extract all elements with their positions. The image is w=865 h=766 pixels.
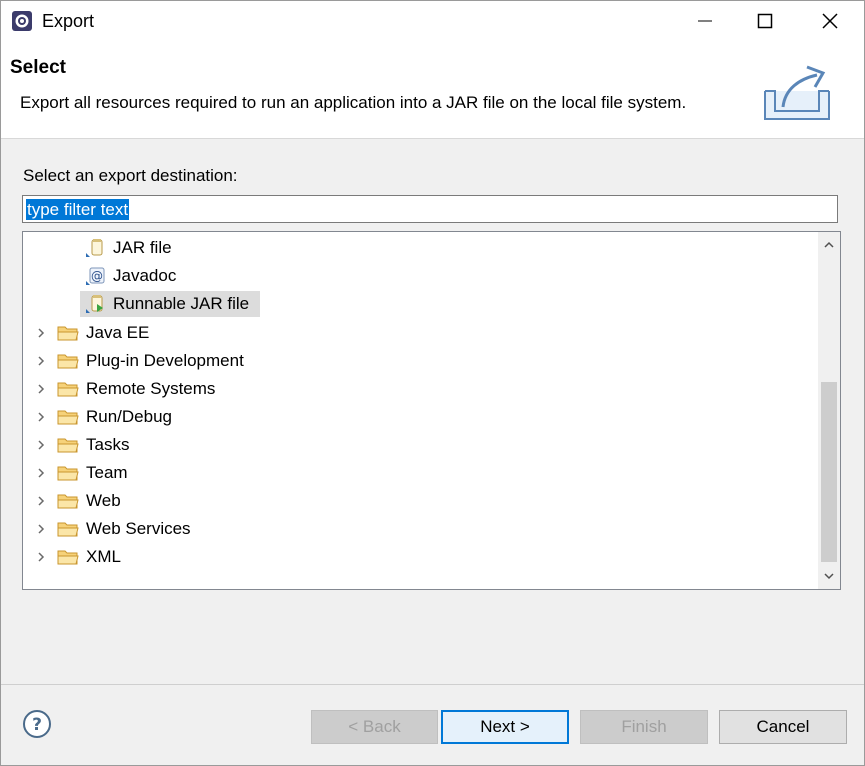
chevron-right-icon[interactable] <box>35 467 47 479</box>
chevron-right-icon[interactable] <box>35 411 47 423</box>
tree-category-label: Remote Systems <box>86 379 216 398</box>
scroll-up-button[interactable] <box>818 234 840 256</box>
tree-category-java-ee[interactable]: Java EE <box>23 320 813 346</box>
folder-icon <box>57 382 79 397</box>
page-title: Select <box>10 57 66 78</box>
tree-category-label: Java EE <box>86 323 150 342</box>
filter-text: type filter text <box>26 199 130 220</box>
chevron-right-icon[interactable] <box>35 523 47 535</box>
tree-category-remote-systems[interactable]: Remote Systems <box>23 376 813 402</box>
tree-category-label: XML <box>86 547 121 566</box>
folder-icon <box>57 466 79 481</box>
tree-category-tasks[interactable]: Tasks <box>23 432 813 458</box>
export-wizard-icon <box>764 65 830 120</box>
tree-category-xml[interactable]: XML <box>23 544 813 570</box>
javadoc-icon: @ <box>86 267 105 285</box>
tree-category-label: Team <box>86 463 128 482</box>
maximize-icon <box>757 13 773 29</box>
scroll-thumb[interactable] <box>821 382 837 562</box>
svg-text:?: ? <box>32 715 42 735</box>
eclipse-app-icon <box>12 11 32 31</box>
tree-category-team[interactable]: Team <box>23 460 813 486</box>
maximize-button[interactable] <box>741 1 789 41</box>
chevron-right-icon[interactable] <box>35 327 47 339</box>
tree-category-label: Plug-in Development <box>86 351 244 370</box>
tree-item-label: Javadoc <box>113 266 177 285</box>
runnable-jar-icon <box>86 295 103 313</box>
cancel-button[interactable]: Cancel <box>719 710 847 744</box>
tree-item-jar-file[interactable]: JAR file <box>23 235 813 261</box>
tree-category-web[interactable]: Web <box>23 488 813 514</box>
tree-category-run-debug[interactable]: Run/Debug <box>23 404 813 430</box>
close-icon <box>822 13 838 29</box>
export-dialog: Export Select Export all resources requi… <box>0 0 865 766</box>
minimize-icon <box>698 20 712 22</box>
wizard-banner: Select Export all resources required to … <box>1 41 864 139</box>
finish-button[interactable]: Finish <box>580 710 708 744</box>
tree-item-label: JAR file <box>113 238 172 257</box>
jar-file-icon <box>86 239 103 257</box>
tree-category-label: Web <box>86 491 121 510</box>
help-icon[interactable]: ? <box>22 709 52 739</box>
folder-icon <box>57 550 79 565</box>
destination-label: Select an export destination: <box>23 166 238 185</box>
tree-category-label: Run/Debug <box>86 407 173 426</box>
tree-item-runnable-jar-file[interactable]: Runnable JAR file <box>23 291 813 317</box>
window-title: Export <box>42 11 95 31</box>
chevron-right-icon[interactable] <box>35 495 47 507</box>
chevron-right-icon[interactable] <box>35 551 47 563</box>
back-button[interactable]: < Back <box>311 710 438 744</box>
page-description: Export all resources required to run an … <box>20 93 687 112</box>
title-bar: Export <box>1 1 864 41</box>
chevron-up-icon <box>824 241 834 248</box>
close-button[interactable] <box>806 1 854 41</box>
filter-input[interactable]: type filter text <box>22 195 838 223</box>
tree-category-label: Web Services <box>86 519 191 538</box>
chevron-right-icon[interactable] <box>35 383 47 395</box>
chevron-right-icon[interactable] <box>35 355 47 367</box>
folder-icon <box>57 494 79 509</box>
next-button[interactable]: Next > <box>441 710 569 744</box>
folder-icon <box>57 438 79 453</box>
tree-category-web-services[interactable]: Web Services <box>23 516 813 542</box>
minimize-button[interactable] <box>681 1 729 41</box>
folder-icon <box>57 354 79 369</box>
folder-icon <box>57 326 79 341</box>
chevron-down-icon <box>824 573 834 580</box>
svg-text:@: @ <box>91 269 103 283</box>
tree-item-label: Runnable JAR file <box>113 294 250 313</box>
tree-scrollbar[interactable] <box>818 232 840 589</box>
scroll-down-button[interactable] <box>818 565 840 587</box>
folder-icon <box>57 522 79 537</box>
tree-item-javadoc[interactable]: @ Javadoc <box>23 263 813 289</box>
chevron-right-icon[interactable] <box>35 439 47 451</box>
destination-tree[interactable]: JAR file @ Javadoc Runnable JAR file Jav… <box>22 231 841 590</box>
button-bar-separator <box>1 684 864 685</box>
folder-icon <box>57 410 79 425</box>
tree-category-plug-in-development[interactable]: Plug-in Development <box>23 348 813 374</box>
tree-category-label: Tasks <box>86 435 130 454</box>
